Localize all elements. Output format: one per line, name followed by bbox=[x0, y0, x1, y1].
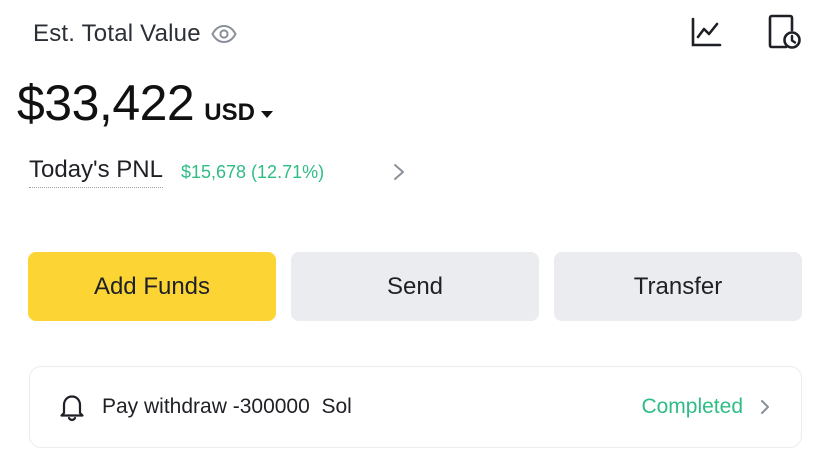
notice-status: Completed bbox=[641, 395, 743, 418]
bell-icon bbox=[58, 393, 86, 421]
est-total-value-label: Est. Total Value bbox=[33, 20, 201, 47]
currency-label: USD bbox=[204, 99, 255, 126]
balance-row: $33,422 USD bbox=[17, 74, 273, 132]
transaction-notice[interactable]: Pay withdraw -300000 Sol Completed bbox=[29, 366, 802, 448]
top-icon-bar bbox=[688, 14, 802, 50]
caret-down-icon bbox=[260, 111, 273, 118]
total-balance-value: $33,422 bbox=[17, 75, 195, 131]
currency-selector[interactable]: USD bbox=[204, 99, 273, 127]
history-icon[interactable] bbox=[766, 14, 802, 50]
chevron-right-icon bbox=[757, 399, 773, 415]
est-total-value-header: Est. Total Value bbox=[33, 20, 239, 48]
todays-pnl-value: $15,678 (12.71%) bbox=[180, 161, 325, 182]
add-funds-button[interactable]: Add Funds bbox=[28, 252, 276, 321]
chevron-right-icon[interactable] bbox=[389, 162, 409, 182]
action-buttons: Add Funds Send Transfer bbox=[28, 252, 802, 321]
todays-pnl-row[interactable]: Today's PNL $15,678 (12.71%) bbox=[29, 156, 409, 188]
notice-text: Pay withdraw -300000 Sol bbox=[102, 395, 352, 418]
line-chart-icon[interactable] bbox=[688, 14, 724, 50]
eye-icon[interactable] bbox=[211, 23, 239, 45]
todays-pnl-label[interactable]: Today's PNL bbox=[29, 156, 163, 188]
transfer-button[interactable]: Transfer bbox=[554, 252, 802, 321]
send-button[interactable]: Send bbox=[291, 252, 539, 321]
